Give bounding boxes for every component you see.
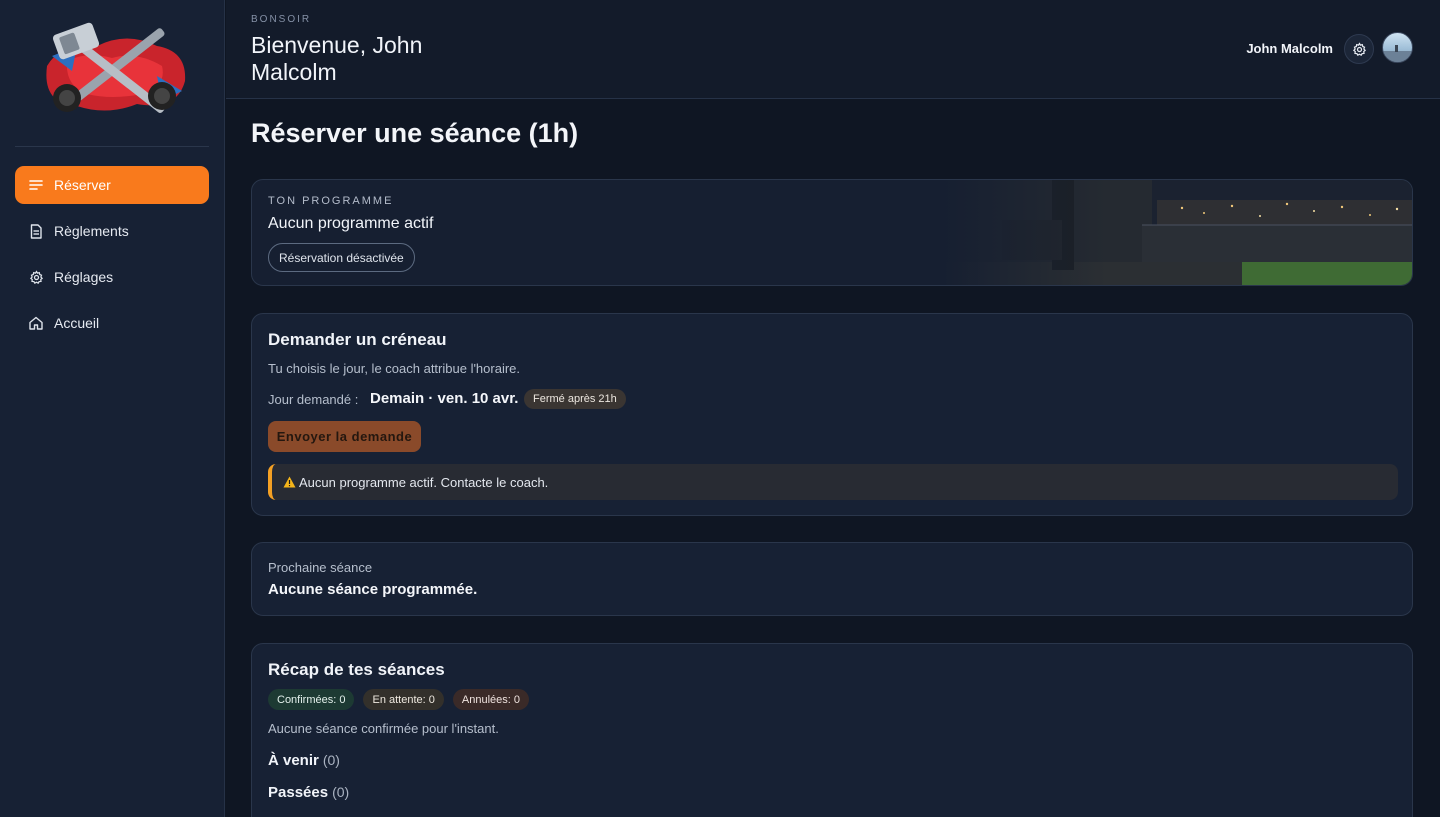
sidebar-item-label: Réserver bbox=[54, 177, 111, 193]
next-session-label: Prochaine séance bbox=[268, 560, 373, 575]
cancelled-count-badge: Annulées: 0 bbox=[452, 689, 529, 710]
requested-day-label: Jour demandé : bbox=[268, 392, 359, 407]
sidebar-item-reglages[interactable]: Réglages bbox=[15, 258, 209, 296]
sidebar-item-label: Réglages bbox=[54, 269, 114, 285]
program-value: Aucun programme actif bbox=[268, 215, 434, 232]
document-icon bbox=[28, 223, 44, 239]
greeting-title: Bienvenue, John Malcolm bbox=[251, 32, 423, 85]
warning-icon bbox=[283, 476, 296, 488]
page-title: Réserver une séance (1h) bbox=[251, 118, 579, 148]
sidebar-item-reglements[interactable]: Règlements bbox=[15, 212, 209, 250]
program-card: TON PROGRAMME Aucun programme actif Rése… bbox=[251, 179, 1413, 286]
recap-empty-text: Aucune séance confirmée pour l'instant. bbox=[268, 721, 499, 736]
request-slot-card: Demander un créneau Tu choisis le jour, … bbox=[251, 313, 1413, 516]
send-request-button[interactable]: Envoyer la demande bbox=[268, 421, 421, 452]
sidebar-item-label: Règlements bbox=[54, 223, 129, 239]
sidebar-nav: Réserver Règlements Réglages Accueil bbox=[15, 166, 209, 350]
settings-button[interactable] bbox=[1344, 34, 1374, 64]
next-session-card: Prochaine séance Aucune séance programmé… bbox=[251, 542, 1413, 616]
sidebar-item-accueil[interactable]: Accueil bbox=[15, 304, 209, 342]
request-title: Demander un créneau bbox=[268, 330, 447, 349]
gear-icon bbox=[28, 269, 44, 285]
dumbbell-logo-icon bbox=[46, 22, 186, 113]
recap-badges: Confirmées: 0 En attente: 0 Annulées: 0 bbox=[268, 689, 529, 710]
pending-count-badge: En attente: 0 bbox=[363, 689, 444, 710]
menu-lines-icon bbox=[28, 177, 44, 193]
sidebar-item-reserver[interactable]: Réserver bbox=[15, 166, 209, 204]
confirmed-count-badge: Confirmées: 0 bbox=[268, 689, 355, 710]
avatar[interactable] bbox=[1382, 32, 1413, 63]
program-label: TON PROGRAMME bbox=[268, 195, 394, 207]
sidebar-divider bbox=[15, 146, 209, 147]
sidebar-item-label: Accueil bbox=[54, 315, 100, 331]
sidebar: Réserver Règlements Réglages Accueil bbox=[0, 0, 225, 817]
past-count: (0) bbox=[332, 784, 350, 800]
gym-rooftop-photo bbox=[942, 180, 1412, 285]
past-label: Passées bbox=[268, 784, 329, 801]
gear-icon bbox=[1352, 41, 1366, 56]
requested-day-value: Demain · ven. 10 avr. bbox=[370, 390, 519, 407]
upcoming-count: (0) bbox=[322, 752, 340, 768]
next-session-value: Aucune séance programmée. bbox=[268, 581, 478, 598]
closed-after-badge: Fermé après 21h bbox=[524, 389, 626, 409]
warning-text: Aucun programme actif. Contacte le coach… bbox=[299, 474, 549, 490]
past-sessions-toggle[interactable]: Passées (0) bbox=[268, 784, 349, 801]
upcoming-sessions-toggle[interactable]: À venir (0) bbox=[268, 752, 340, 769]
reservation-status-chip: Réservation désactivée bbox=[268, 243, 415, 272]
greeting-small: BONSOIR bbox=[251, 14, 312, 25]
user-name[interactable]: John Malcolm bbox=[1246, 41, 1333, 56]
no-program-warning: Aucun programme actif. Contacte le coach… bbox=[268, 464, 1398, 500]
app-logo[interactable] bbox=[15, 14, 209, 128]
home-icon bbox=[28, 315, 44, 331]
upcoming-label: À venir bbox=[268, 752, 319, 769]
top-header: BONSOIR Bienvenue, John Malcolm John Mal… bbox=[226, 0, 1440, 99]
recap-card: Récap de tes séances Confirmées: 0 En at… bbox=[251, 643, 1413, 817]
recap-title: Récap de tes séances bbox=[268, 660, 445, 679]
request-subtitle: Tu choisis le jour, le coach attribue l'… bbox=[268, 361, 521, 376]
